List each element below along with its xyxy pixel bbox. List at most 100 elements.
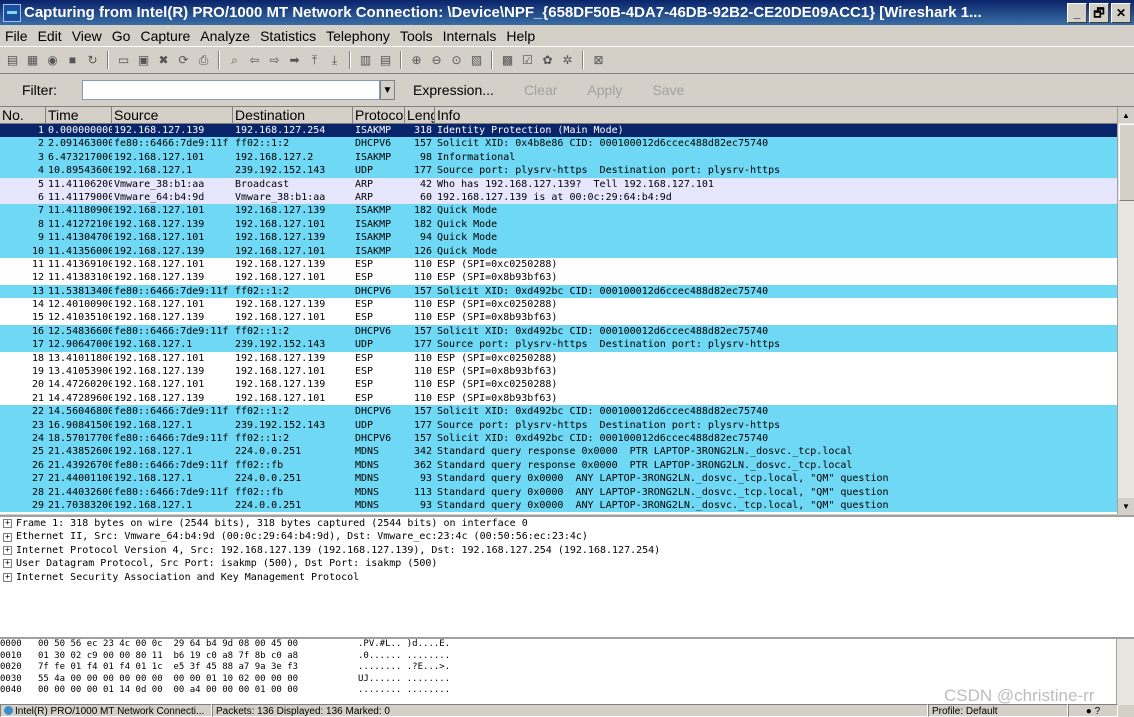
go-forward-icon[interactable]: ⇨ [266,52,283,69]
preferences-icon[interactable]: ✲ [559,52,576,69]
column-info[interactable]: Info [435,107,1134,124]
packet-row[interactable]: 26 21.43926700 fe80::6466:7de9:11f ff02::fb… [0,458,1134,473]
packet-row[interactable]: 28 21.44032600 fe80::6466:7de9:11f ff02::fb… [0,485,1134,499]
packet-row[interactable]: 14 12.40100900 192.168.127.101 192.168.127.… [0,298,1134,312]
apply-button[interactable]: Apply [575,82,634,98]
help-icon[interactable]: ⊠ [590,52,607,69]
menu-tools[interactable]: Tools [395,28,438,44]
packet-row[interactable]: 13 11.53813400 fe80::6466:7de9:11f ff02::1:… [0,284,1134,299]
column-destination[interactable]: Destination [233,107,353,124]
menu-analyze[interactable]: Analyze [195,28,255,44]
hex-line[interactable]: 0020 7f fe 01 f4 01 f4 01 1c e5 3f 45 88 … [0,662,1134,674]
packet-row[interactable]: 7 11.41180900 192.168.127.101 192.168.127.1… [0,204,1134,218]
wireshark-app-icon[interactable] [3,3,21,22]
save-button[interactable]: Save [640,82,696,98]
display-filters-icon[interactable]: ☑ [519,52,536,69]
menu-go[interactable]: Go [107,28,136,44]
menu-statistics[interactable]: Statistics [255,28,321,44]
detail-frame[interactable]: + Frame 1: 318 bytes on wire (2544 bits),… [0,517,1134,530]
menu-internals[interactable]: Internals [438,28,502,44]
packet-row[interactable]: 4 10.89543600 192.168.127.1 239.192.152.143… [0,164,1134,178]
packet-row[interactable]: 17 12.90647000 192.168.127.1 239.192.152.14… [0,338,1134,352]
packet-row[interactable]: 10 11.41356000 192.168.127.139 192.168.127.… [0,244,1134,258]
save-file-icon[interactable]: ▣ [135,52,152,69]
expand-icon[interactable]: + [3,519,12,529]
filter-input[interactable] [82,80,380,100]
packet-row[interactable]: 3 6.473217000 192.168.127.101 192.168.127.2… [0,150,1134,165]
bytes-scrollbar[interactable] [1116,639,1134,705]
packet-row[interactable]: 18 13.41011800 192.168.127.101 192.168.127.… [0,351,1134,366]
zoom-normal-icon[interactable]: ⊙ [448,52,465,69]
coloring-rules-icon[interactable]: ✿ [539,52,556,69]
detail-udp[interactable]: + User Datagram Protocol, Src Port: isakm… [0,557,1134,570]
packet-row[interactable]: 27 21.44001100 192.168.127.1 224.0.0.251 MDN… [0,472,1134,486]
detail-ipv4[interactable]: + Internet Protocol Version 4, Src: 192.1… [0,544,1134,557]
expand-icon[interactable]: + [3,545,12,555]
menu-capture[interactable]: Capture [135,28,195,44]
start-capture-icon[interactable]: ◉ [44,52,61,69]
menu-file[interactable]: File [0,28,33,44]
menu-help[interactable]: Help [501,28,540,44]
minimize-button[interactable]: _ [1067,2,1087,23]
open-file-icon[interactable]: ▭ [115,52,132,69]
clear-button[interactable]: Clear [512,82,569,98]
capture-status-icon[interactable] [4,706,13,716]
packet-row[interactable]: 16 12.54836600 fe80::6466:7de9:11f ff02::1:… [0,324,1134,339]
packet-row[interactable]: 2 2.091463000 fe80::6466:7de9:11f ff02::1:2… [0,137,1134,151]
status-interface[interactable]: Intel(R) PRO/1000 MT Network Connecti... [0,703,212,717]
packet-row[interactable]: 9 11.41304700 192.168.127.101 192.168.127.1… [0,231,1134,245]
colorize-icon[interactable]: ▥ [357,52,374,69]
expand-icon[interactable]: + [3,532,12,542]
packet-row[interactable]: 21 14.47289600 192.168.127.139 192.168.127.… [0,391,1134,406]
reload-icon[interactable]: ⟳ [175,52,192,69]
packet-row[interactable]: 15 12.41035100 192.168.127.139 192.168.127.… [0,311,1134,325]
packet-row[interactable]: 23 16.90841500 192.168.127.1 239.192.152.14… [0,418,1134,432]
packet-row[interactable]: 25 21.43852600 192.168.127.1 224.0.0.251 MDN… [0,445,1134,459]
packet-list-scrollbar[interactable]: ▲ ▼ [1117,107,1134,514]
expand-icon[interactable]: + [3,559,12,569]
expression-button[interactable]: Expression... [401,82,506,98]
column-length[interactable]: Length [405,107,435,124]
packet-row[interactable]: 24 18.57017700 fe80::6466:7de9:11f ff02::1:… [0,431,1134,446]
find-packet-icon[interactable]: ⌕ [226,52,243,69]
filter-dropdown-icon[interactable]: ▼ [380,80,395,100]
packet-row[interactable]: 20 14.47260200 192.168.127.101 192.168.127.… [0,378,1134,392]
column-no[interactable]: No. [0,107,46,124]
detail-isakmp[interactable]: + Internet Security Association and Key M… [0,571,1134,584]
packet-row[interactable]: 19 13.41053900 192.168.127.139 192.168.127.… [0,365,1134,379]
restore-button[interactable]: 🗗 [1089,2,1109,23]
detail-ethernet[interactable]: + Ethernet II, Src: Vmware_64:b4:9d (00:0… [0,530,1134,543]
menu-view[interactable]: View [67,28,107,44]
auto-scroll-icon[interactable]: ▤ [377,52,394,69]
hex-line[interactable]: 0030 55 4a 00 00 00 00 00 00 00 00 01 10 … [0,674,1134,686]
zoom-out-icon[interactable]: ⊖ [428,52,445,69]
last-packet-icon[interactable]: ⤓ [326,52,343,69]
packet-row[interactable]: 1 0.000000000 192.168.127.139 192.168.127.2… [0,124,1134,138]
packet-row[interactable]: 6 11.41179000 Vmware_64:b4:9d Vmware_38:b1:… [0,190,1134,205]
print-icon[interactable]: ⎙ [195,52,212,69]
interfaces-icon[interactable]: ▤ [4,52,21,69]
packet-row[interactable]: 29 21.70383200 192.168.127.1 224.0.0.251 MDN… [0,498,1134,513]
close-file-icon[interactable]: ✖ [155,52,172,69]
go-back-icon[interactable]: ⇦ [246,52,263,69]
resize-columns-icon[interactable]: ▧ [468,52,485,69]
restart-capture-icon[interactable]: ↻ [84,52,101,69]
column-source[interactable]: Source [112,107,233,124]
go-to-packet-icon[interactable]: ➡ [286,52,303,69]
expand-icon[interactable]: + [3,572,12,582]
menu-edit[interactable]: Edit [33,28,67,44]
hex-line[interactable]: 0010 01 30 02 c9 00 00 80 11 b6 19 c0 a8 … [0,651,1134,663]
scroll-down-icon[interactable]: ▼ [1118,498,1134,514]
hex-line[interactable]: 0000 00 50 56 ec 23 4c 00 0c 29 64 b4 9d … [0,639,1134,651]
column-protocol[interactable]: Protocol [353,107,405,124]
packet-row[interactable]: 5 11.41106200 Vmware_38:b1:aa Broadcast ARP 4… [0,177,1134,191]
packet-row[interactable]: 22 14.56046800 fe80::6466:7de9:11f ff02::1:… [0,405,1134,419]
capture-filters-icon[interactable]: ▩ [499,52,516,69]
column-time[interactable]: Time [46,107,112,124]
scroll-thumb[interactable] [1119,124,1134,201]
menu-telephony[interactable]: Telephony [321,28,395,44]
packet-row[interactable]: 11 11.41369100 192.168.127.101 192.168.127.… [0,257,1134,272]
stop-capture-icon[interactable]: ■ [64,52,81,69]
packet-row[interactable]: 12 11.41383100 192.168.127.139 192.168.127.… [0,271,1134,285]
zoom-in-icon[interactable]: ⊕ [408,52,425,69]
